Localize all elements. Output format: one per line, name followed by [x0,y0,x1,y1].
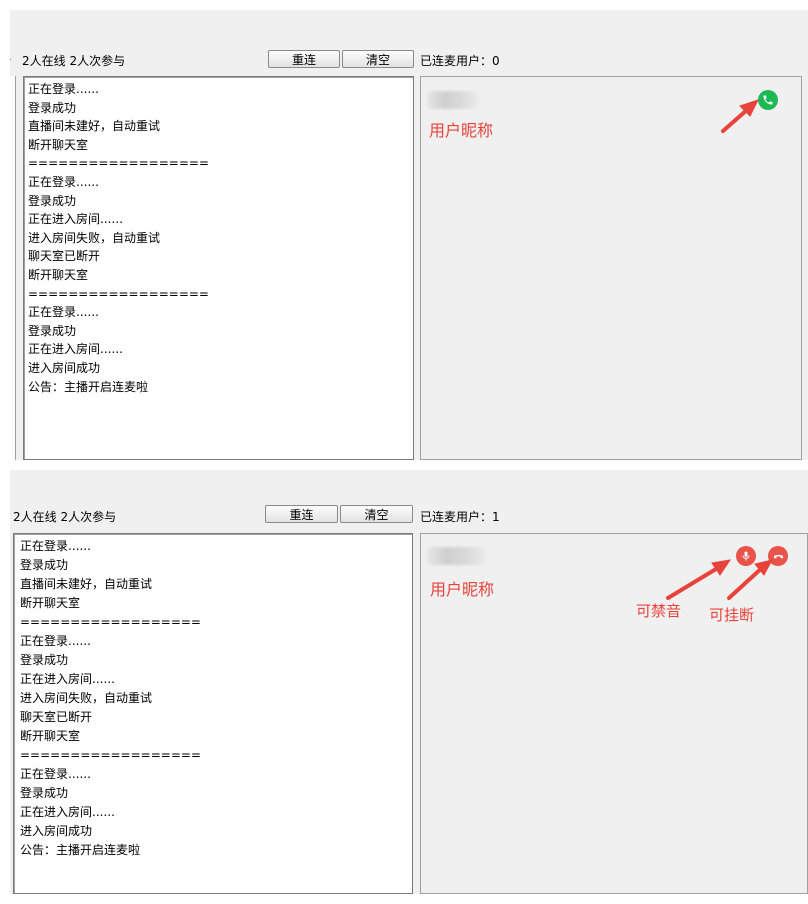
arrow-to-hangup [727,565,765,600]
annotation-arrows [666,99,773,600]
arrow-to-phone [721,107,750,133]
arrow-to-mute [666,564,723,600]
arrow-head-mute [711,559,732,576]
